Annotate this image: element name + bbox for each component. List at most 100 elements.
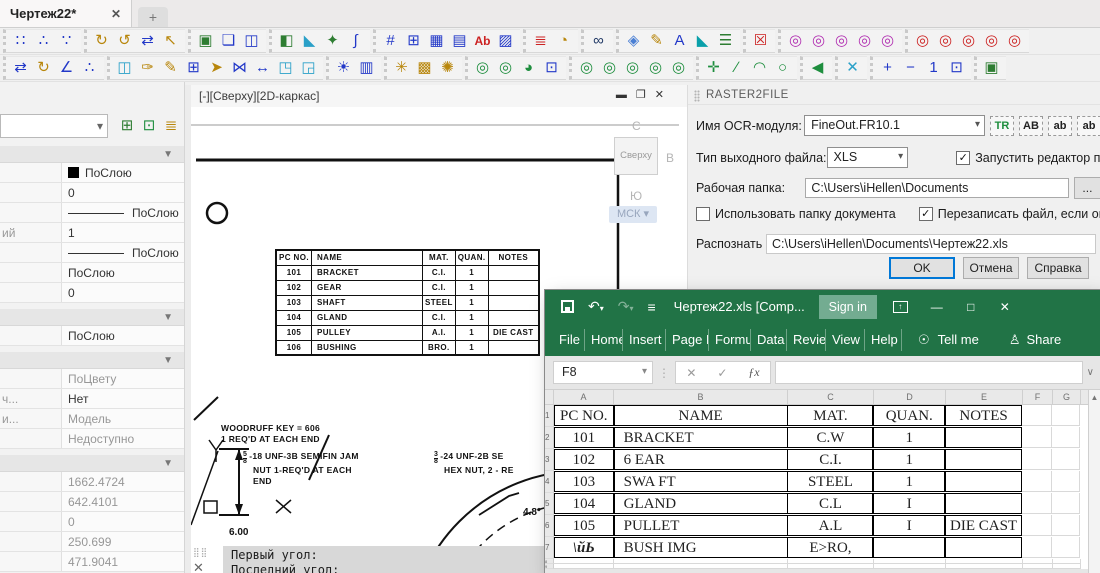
command-panel-grip[interactable]: ⣿⣿ ✕ <box>193 549 221 573</box>
rotate-arbitrary-icon[interactable]: ↖ <box>159 29 182 53</box>
new-tab-button[interactable]: + <box>138 7 168 27</box>
collapse-icon[interactable]: ▼ <box>163 149 173 160</box>
select-shape-icon[interactable]: ◎ <box>644 56 667 80</box>
fill-wedge-icon[interactable]: ◣ <box>691 29 714 53</box>
select-rect-icon[interactable]: ◎ <box>575 56 598 80</box>
remove-small-objects-icon[interactable]: ∴ <box>32 29 55 53</box>
column-header-b[interactable]: B <box>614 390 788 404</box>
selection-filter-combo[interactable]: ▾ <box>0 114 108 138</box>
select-window-icon[interactable]: ⊡ <box>945 56 968 80</box>
zoom-select-poly-g-icon[interactable]: ◎ <box>494 56 517 80</box>
sign-in-button[interactable]: Sign in <box>819 295 877 319</box>
cell[interactable]: NOTES <box>945 405 1022 426</box>
sharpen-icon[interactable]: ✳ <box>390 56 413 80</box>
cell[interactable] <box>614 564 788 569</box>
column-header-a[interactable]: A <box>554 390 614 404</box>
delete-raster-icon[interactable]: ◫ <box>113 56 136 80</box>
row-header[interactable]: 3 <box>545 449 554 471</box>
scroll-up-icon[interactable]: ▲ <box>1091 393 1099 402</box>
tab-insert[interactable]: Insert <box>623 329 666 351</box>
column-header-d[interactable]: D <box>874 390 946 404</box>
select-pick-icon[interactable]: ◎ <box>667 56 690 80</box>
cell[interactable] <box>1022 515 1052 536</box>
text-recognize-icon[interactable]: Ab <box>471 29 494 53</box>
cell[interactable] <box>945 537 1022 558</box>
color-pie-icon[interactable]: ◔ <box>552 29 575 53</box>
select-all-corner[interactable] <box>545 390 554 404</box>
select-poly-icon[interactable]: ◎ <box>598 56 621 80</box>
tab-page-l[interactable]: Page L <box>666 329 709 351</box>
tab-file[interactable]: File <box>545 329 585 351</box>
brightness-icon[interactable]: ☀ <box>332 56 355 80</box>
raster2file-title[interactable]: RASTER2FILE <box>688 85 1100 105</box>
tab-home[interactable]: Home <box>585 329 623 351</box>
workdir-input[interactable]: C:\Users\iHellen\Documents <box>805 178 1069 198</box>
property-value[interactable]: Недоступно <box>62 429 185 448</box>
clean-brush-icon[interactable]: ✑ <box>136 56 159 80</box>
crop-corner-b-icon[interactable]: ◲ <box>297 56 320 80</box>
zoom-shape-m-icon[interactable]: ◎ <box>853 29 876 53</box>
cell[interactable] <box>1052 537 1080 558</box>
section-header[interactable]: ▼ <box>0 309 185 326</box>
output-type-combo[interactable]: XLS▾ <box>827 147 909 168</box>
tab-data[interactable]: Data <box>751 329 787 351</box>
cell[interactable]: PC NO. <box>554 405 614 426</box>
property-value[interactable]: 0 <box>62 512 185 531</box>
property-value[interactable]: 0 <box>62 183 185 202</box>
cell[interactable]: 6 EAR <box>614 449 788 470</box>
ocr-text-option-icon[interactable]: TR <box>990 116 1014 136</box>
remove-strokes-icon[interactable]: ∵ <box>55 29 78 53</box>
cell[interactable]: BUSH IMG <box>614 537 788 558</box>
rotate-selection-icon[interactable]: ↻ <box>32 56 55 80</box>
cell[interactable] <box>945 449 1022 470</box>
zoom-select-rect-m-icon[interactable]: ◎ <box>784 29 807 53</box>
ribbon-display-options-icon[interactable]: ↑ <box>893 301 908 313</box>
cell[interactable]: 1 <box>873 471 945 492</box>
cell[interactable] <box>1052 471 1080 492</box>
zoom-shape-r-icon[interactable]: ◎ <box>980 29 1003 53</box>
cell[interactable] <box>946 564 1023 569</box>
section-header[interactable]: ▼ <box>0 455 185 472</box>
row-header[interactable]: 1 <box>545 405 554 427</box>
pick-line-icon[interactable]: ∕ <box>725 56 748 80</box>
cell[interactable]: PULLET <box>614 515 788 536</box>
property-value[interactable]: Нет <box>62 389 185 408</box>
excel-titlebar[interactable]: ↶▾ ↷▾ ≡ Чертеж22.xls [Comp... Sign in ↑ … <box>545 290 1100 323</box>
cell[interactable]: 105 <box>554 515 614 536</box>
cell[interactable]: STEEL <box>787 471 873 492</box>
image-save-icon[interactable]: ◫ <box>240 29 263 53</box>
quick-select-icon[interactable]: ⊡ <box>138 114 160 138</box>
cell[interactable] <box>1022 405 1052 426</box>
qat-customize-icon[interactable]: ≡ <box>648 299 656 315</box>
document-tab[interactable]: Чертеж22* ✕ <box>0 0 132 27</box>
color-index-list-icon[interactable]: ≣ <box>529 29 552 53</box>
compass-south[interactable]: Ю <box>630 189 642 203</box>
drag-handle-icon[interactable]: ⣿⣿ <box>193 549 221 556</box>
cell[interactable]: 103 <box>554 471 614 492</box>
text-frame-icon[interactable]: A <box>668 29 691 53</box>
zoom-subtract-r-icon[interactable]: ◎ <box>957 29 980 53</box>
property-value[interactable]: Модель <box>62 409 185 428</box>
select-subtract-icon[interactable]: ◎ <box>621 56 644 80</box>
property-value[interactable]: ПоСлою <box>62 203 185 222</box>
cell[interactable]: I <box>873 515 945 536</box>
zoom-lasso-g-icon[interactable]: ◕ <box>517 56 540 80</box>
cell[interactable] <box>1052 405 1080 426</box>
image-copy-icon[interactable]: ❏ <box>217 29 240 53</box>
raster-mesh-icon[interactable]: ⊞ <box>402 29 425 53</box>
tab-revie[interactable]: Revie <box>787 329 826 351</box>
cancel-selection-icon[interactable]: ✕ <box>841 56 864 80</box>
viewcube-top-button[interactable]: Сверху <box>614 137 658 175</box>
cell[interactable]: I <box>873 493 945 514</box>
cell[interactable] <box>1022 449 1052 470</box>
cell[interactable]: GLAND <box>614 493 788 514</box>
cell[interactable] <box>1022 427 1052 448</box>
property-value[interactable]: ПоСлою <box>62 243 185 262</box>
spline-tool-icon[interactable]: ∫ <box>344 29 367 53</box>
property-value[interactable]: ПоСлою <box>62 326 185 345</box>
collapse-icon[interactable]: ▼ <box>163 312 173 323</box>
pick-arc-icon[interactable]: ◠ <box>748 56 771 80</box>
cell[interactable] <box>1052 515 1080 536</box>
histogram-icon[interactable]: ▥ <box>355 56 378 80</box>
cell[interactable]: NAME <box>614 405 788 426</box>
